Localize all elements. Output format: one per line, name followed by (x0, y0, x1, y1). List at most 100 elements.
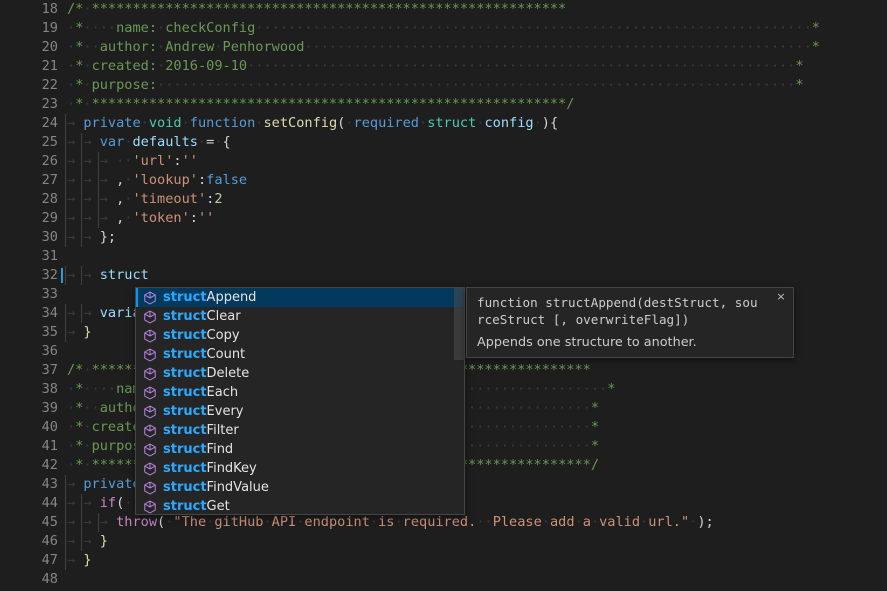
code-line[interactable]: 25 → → var·defaults·=·{ (0, 133, 887, 152)
code-line[interactable]: 28 → → → ,·'timeout':2 (0, 190, 887, 209)
line-number: 46 (41, 533, 58, 549)
suggestion-label: structEach (163, 385, 239, 400)
code-line[interactable]: 30 → → }; (0, 228, 887, 247)
code-line[interactable]: 19 ·*····name:·checkConfig···············… (0, 19, 887, 38)
suggestion-item[interactable]: structCount (136, 345, 464, 364)
code-line[interactable]: 27 → → → ,·'lookup':false (0, 171, 887, 190)
line-number: 30 (41, 229, 58, 245)
indent-guide (65, 494, 66, 513)
symbol-function-icon (142, 404, 158, 420)
code-editor[interactable]: 18 /*·***********************************… (0, 0, 887, 591)
line-number: 40 (41, 419, 58, 435)
indent-guide (65, 114, 66, 133)
suggestion-item[interactable]: structFindKey (136, 459, 464, 478)
symbol-function-icon (142, 309, 158, 325)
line-number: 44 (41, 495, 58, 511)
suggestion-label: structFilter (163, 423, 239, 438)
suggestion-label: structFindValue (163, 480, 269, 495)
indent-guide (65, 266, 66, 285)
code-line[interactable]: 45 → → → throw(·"The·gitHub·API·endpoint·… (0, 513, 887, 532)
code-line[interactable]: 20 ·*··author:·Andrew·Penhorwood·········… (0, 38, 887, 57)
line-number: 23 (41, 96, 58, 112)
line-number: 45 (41, 514, 58, 530)
code-line[interactable]: 29 → → → ,·'token':'' (0, 209, 887, 228)
suggestion-item[interactable]: structFilter (136, 421, 464, 440)
code-line[interactable]: 31 (0, 247, 887, 266)
code-line[interactable]: 32 → → struct (0, 266, 887, 285)
symbol-function-icon (142, 423, 158, 439)
code-line[interactable]: 46 → → } (0, 532, 887, 551)
line-number: 20 (41, 39, 58, 55)
suggest-scrollbar-thumb[interactable] (454, 288, 464, 360)
code-text: → → → ,·'token':'' (67, 210, 215, 226)
suggestion-label: structAppend (163, 290, 257, 305)
symbol-function-icon (142, 499, 158, 515)
symbol-function-icon (142, 366, 158, 382)
code-text: → → → ,·'timeout':2 (67, 191, 223, 207)
indent-guide (65, 190, 66, 209)
line-number: 21 (41, 58, 58, 74)
autocomplete-suggest-widget[interactable]: structAppend structClear structCopy structC… (135, 287, 465, 515)
suggestion-item[interactable]: structEach (136, 383, 464, 402)
close-icon[interactable]: × (774, 290, 788, 304)
code-text: ·*·*************************************… (67, 96, 575, 112)
code-text: → } (67, 324, 92, 340)
code-text: → → }; (67, 229, 117, 245)
line-number: 31 (41, 248, 58, 264)
symbol-function-icon (142, 290, 158, 306)
code-line[interactable]: 21 ·*·created:·2016-09-10················… (0, 57, 887, 76)
code-text: → → → ,·'lookup':false (67, 172, 248, 188)
code-text: ·*··author:·Andrew·Penhorwood···········… (67, 39, 820, 55)
code-text: ·*·created:·2016-09-10··················… (67, 58, 804, 74)
code-text: ·*·purpose:·····························… (67, 77, 804, 93)
indent-guide (65, 152, 66, 171)
line-number: 18 (41, 1, 58, 17)
suggestion-item[interactable]: structCopy (136, 326, 464, 345)
code-line[interactable]: 23 ·*·***********************************… (0, 95, 887, 114)
indent-guide (65, 304, 66, 323)
line-number: 39 (41, 400, 58, 416)
code-text: → → struct (67, 267, 149, 283)
line-number: 43 (41, 476, 58, 492)
symbol-function-icon (142, 461, 158, 477)
function-signature: function structAppend(destStruct, source… (477, 295, 758, 327)
code-text: → → → ··'url':'' (67, 153, 198, 169)
code-text: → private·void·function·setConfig(·requi… (67, 115, 559, 131)
suggest-details-panel: × function structAppend(destStruct, sour… (466, 287, 794, 358)
symbol-function-icon (142, 347, 158, 363)
code-line[interactable]: 18 /*·***********************************… (0, 0, 887, 19)
symbol-function-icon (142, 480, 158, 496)
code-line[interactable]: 22 ·*·purpose:···························… (0, 76, 887, 95)
suggestion-item[interactable]: structClear (136, 307, 464, 326)
code-text: → } (67, 552, 92, 568)
line-number: 38 (41, 381, 58, 397)
line-number: 26 (41, 153, 58, 169)
code-line[interactable]: 47 → } (0, 551, 887, 570)
line-number: 37 (41, 362, 58, 378)
cursor-line-marker (61, 268, 63, 283)
indent-guide (65, 532, 66, 551)
function-description: Appends one structure to another. (477, 335, 697, 350)
suggestion-item[interactable]: structFindValue (136, 478, 464, 497)
code-line[interactable]: 26 → → → ··'url':'' (0, 152, 887, 171)
suggestion-item[interactable]: structAppend (136, 288, 464, 307)
suggestion-list[interactable]: structAppend structClear structCopy structC… (136, 288, 464, 515)
indent-guide (65, 551, 66, 570)
code-line[interactable]: 48 (0, 570, 887, 589)
line-number: 29 (41, 210, 58, 226)
suggestion-item[interactable]: structGet (136, 497, 464, 515)
indent-guide (65, 513, 66, 532)
code-line[interactable]: 24 → private·void·function·setConfig(·req… (0, 114, 887, 133)
line-number: 22 (41, 77, 58, 93)
suggestion-item[interactable]: structEvery (136, 402, 464, 421)
suggestion-label: structFind (163, 442, 234, 457)
suggestion-label: structClear (163, 309, 241, 324)
suggestion-item[interactable]: structDelete (136, 364, 464, 383)
line-number: 32 (41, 267, 58, 283)
code-text: → → var·defaults·=·{ (67, 134, 231, 150)
code-text: /*·*************************************… (67, 1, 567, 17)
line-number: 41 (41, 438, 58, 454)
suggest-scrollbar[interactable] (454, 288, 464, 514)
indent-guide (65, 323, 66, 342)
suggestion-item[interactable]: structFind (136, 440, 464, 459)
